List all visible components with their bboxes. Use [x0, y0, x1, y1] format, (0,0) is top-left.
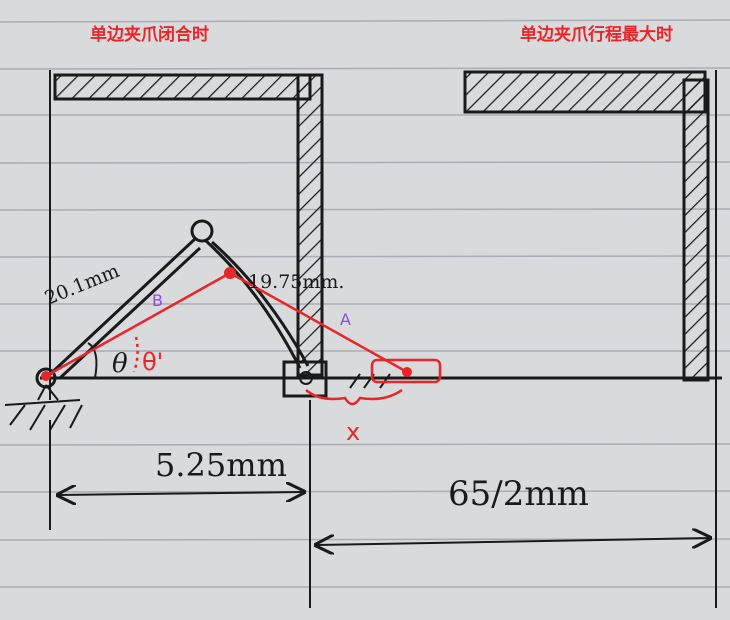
- theta-label: θ: [112, 349, 128, 379]
- joint-marker: [224, 267, 236, 279]
- dimension-half-stroke: 65/2mm: [316, 474, 710, 545]
- closed-width-label: 5.25mm: [155, 446, 287, 484]
- red-geometry: [45, 271, 442, 406]
- slider-marker: [402, 367, 412, 377]
- sketch-svg: 单边夹爪闭合时 单边夹爪行程最大时 θ θ' x 20.1mm 19.75mm.…: [0, 19, 730, 608]
- caption-max-travel: 单边夹爪行程最大时: [520, 24, 673, 45]
- link-b-label: B: [152, 291, 163, 310]
- caption-closed: 单边夹爪闭合时: [90, 24, 209, 45]
- dimension-closed-width: 5.25mm: [49, 400, 311, 608]
- half-stroke-label: 65/2mm: [448, 474, 589, 514]
- pivot-marker: [41, 371, 51, 381]
- link-a-label: A: [340, 310, 351, 329]
- theta-prime-label: θ': [142, 348, 163, 376]
- diagram-canvas: 单边夹爪闭合时 单边夹爪行程最大时 θ θ' x 20.1mm 19.75mm.…: [0, 0, 730, 620]
- ground-hatch: [4, 399, 83, 431]
- link-a-length: 19.75mm.: [248, 271, 344, 293]
- right-gripper-frame: [463, 70, 717, 608]
- x-label: x: [346, 418, 360, 446]
- link-b-length: 20.1mm: [42, 260, 123, 310]
